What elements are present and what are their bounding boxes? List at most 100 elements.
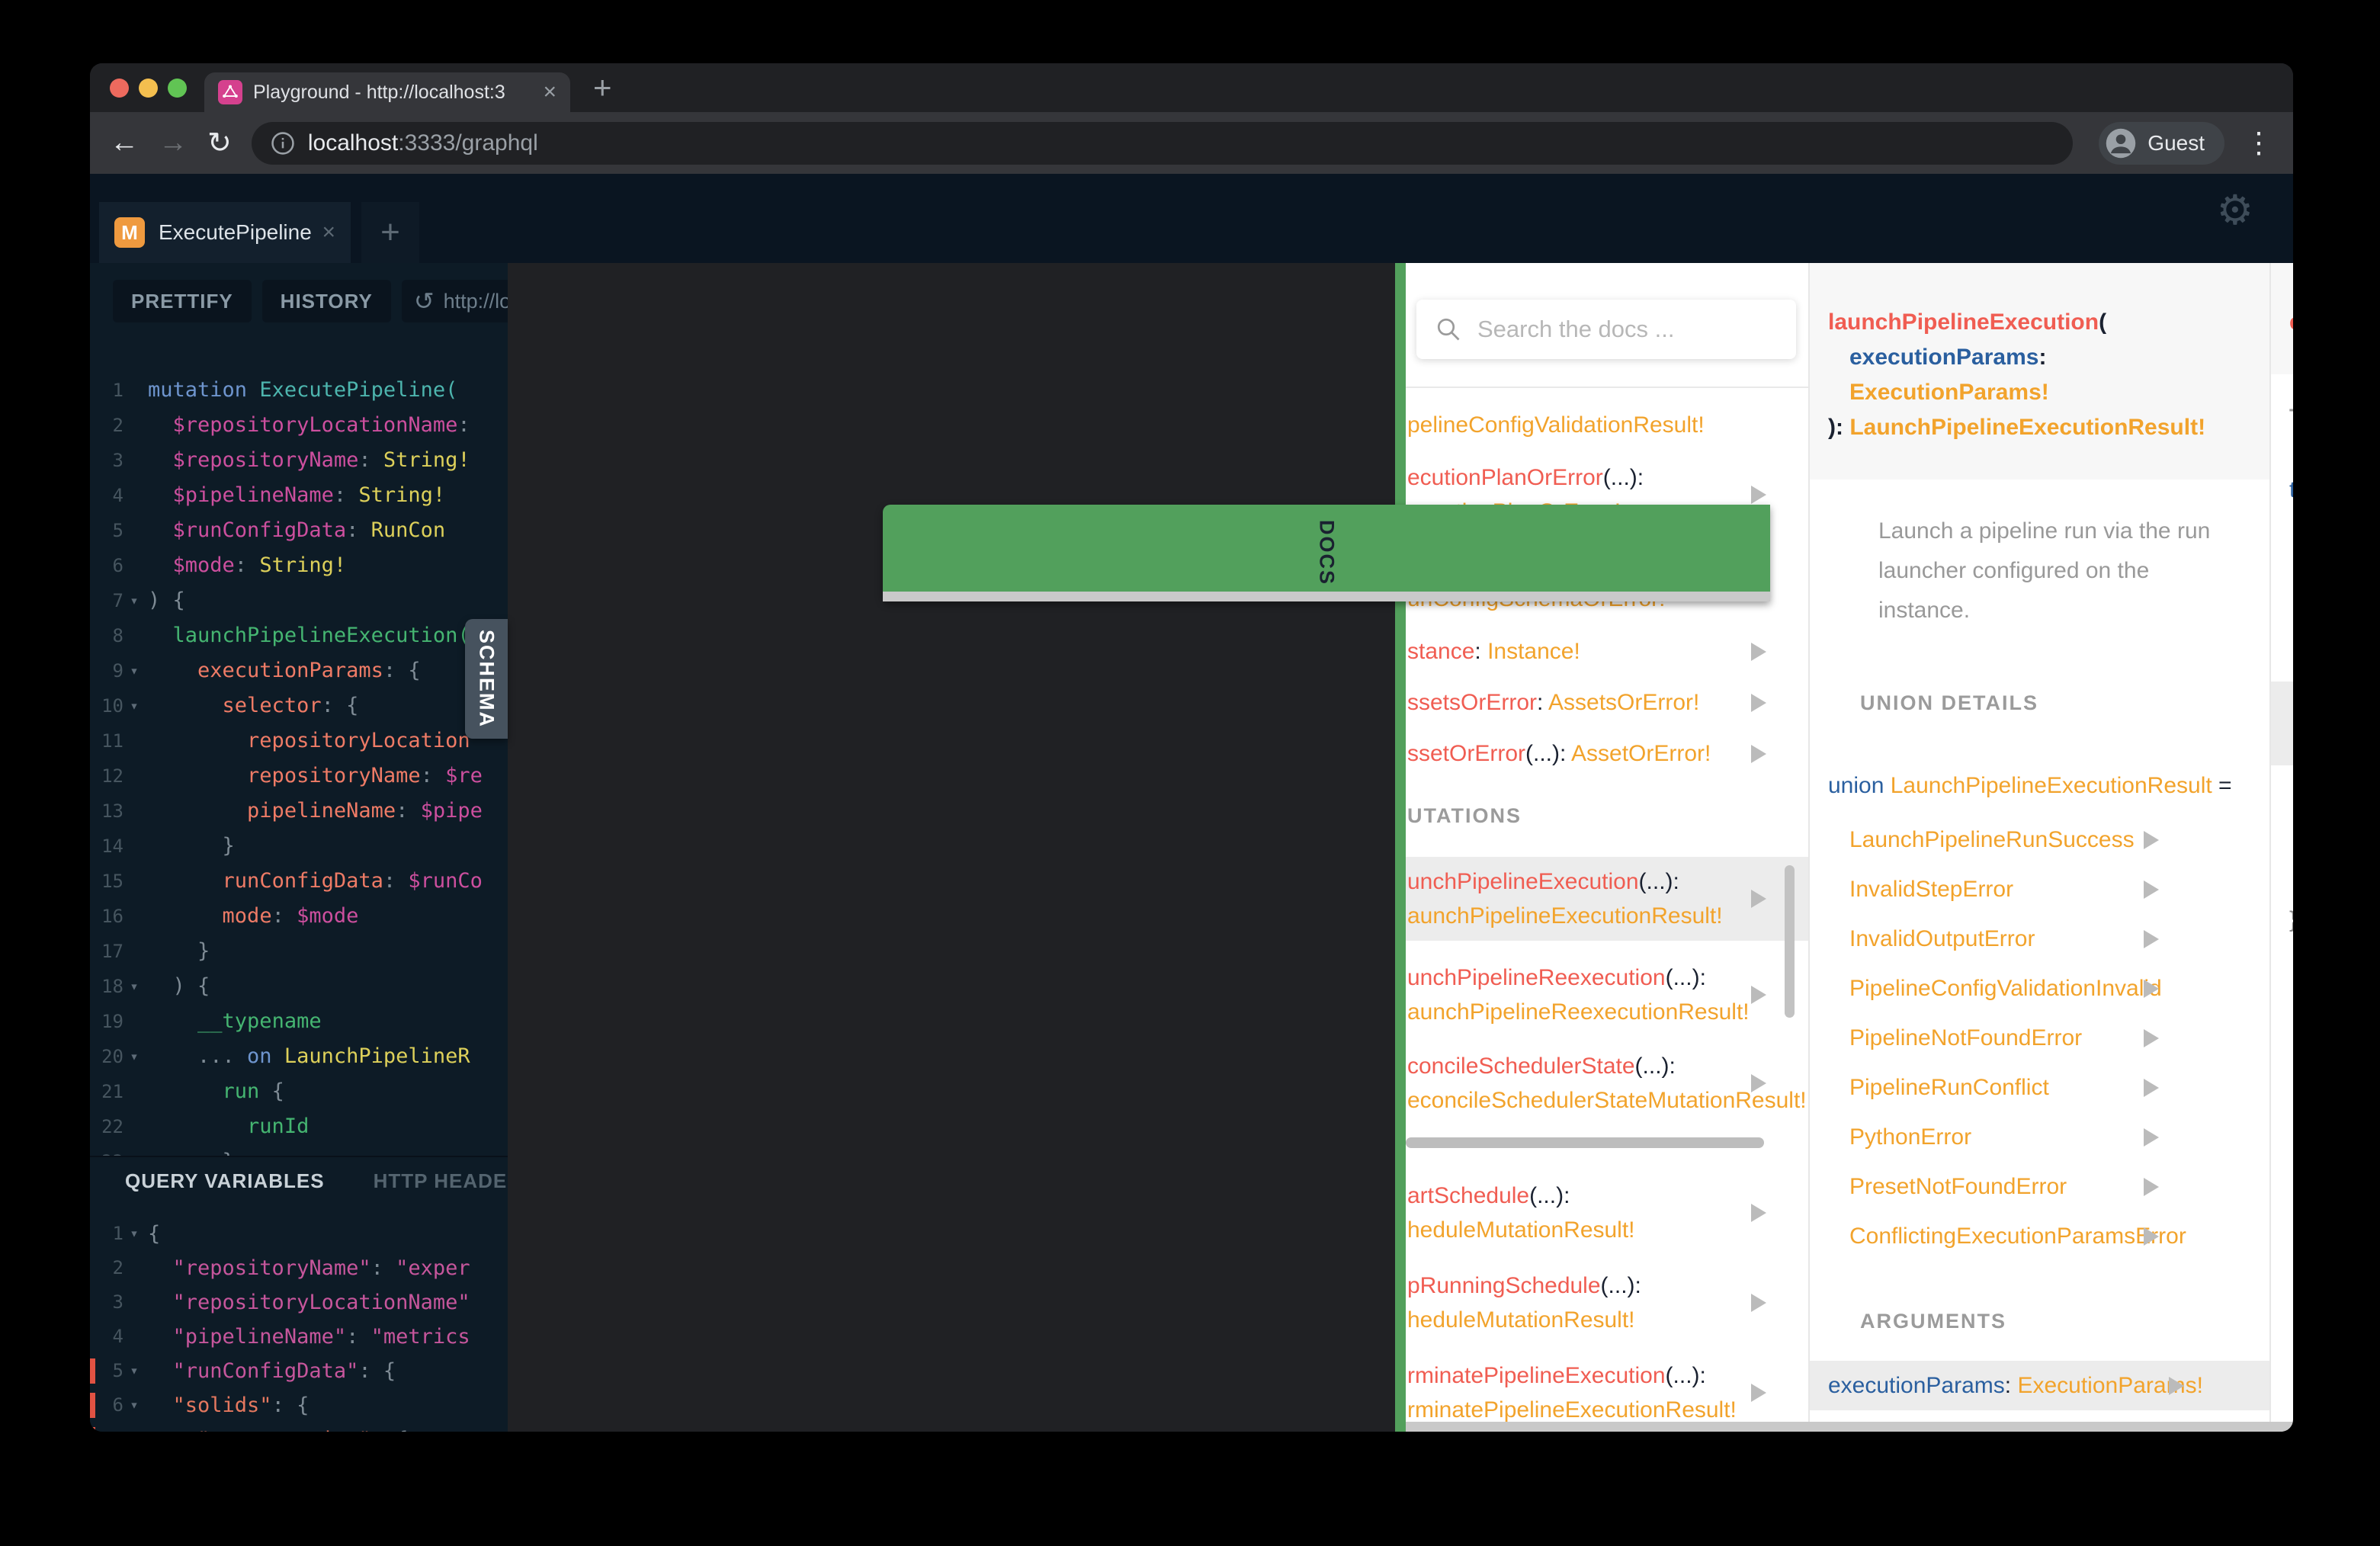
expand-arrow-icon[interactable]	[2144, 929, 2159, 948]
endpoint-url-input[interactable]: ↺ http://loc	[401, 280, 508, 322]
expand-arrow-icon[interactable]	[2144, 1078, 2159, 1097]
expand-arrow-icon[interactable]	[1751, 693, 1766, 712]
docs-item[interactable]: rminatePipelineExecution(...): rminatePip…	[1406, 1358, 1808, 1427]
docs-item[interactable]: PipelineRunConflict	[1810, 1070, 2269, 1105]
fold-arrow-icon[interactable]: ▾	[123, 1388, 145, 1423]
expand-arrow-icon[interactable]	[2169, 1376, 2184, 1395]
expand-arrow-icon[interactable]	[1751, 486, 1766, 504]
endpoint-reload-icon[interactable]: ↺	[414, 287, 435, 316]
code-text: "repositoryLocationName"	[172, 1291, 470, 1314]
expand-arrow-icon[interactable]	[2144, 979, 2159, 998]
docs-explorer: Search the docs ... pelineConfigValidati…	[1406, 263, 2293, 1432]
zoom-window-button[interactable]	[168, 79, 187, 98]
expand-arrow-icon[interactable]	[1751, 1074, 1766, 1092]
history-button[interactable]: HISTORY	[261, 280, 391, 322]
docs-panel-edge[interactable]	[1395, 263, 1406, 1432]
fold-arrow-icon	[123, 373, 145, 408]
docs-item[interactable]: PythonError	[1810, 1120, 2269, 1154]
browser-menu-icon[interactable]: ⋮	[2244, 126, 2273, 160]
fold-arrow-icon[interactable]: ▾	[123, 969, 145, 1004]
query-editor-pane[interactable]: PRETTIFY HISTORY ↺ http://loc 1 mutation …	[90, 263, 508, 1432]
expand-arrow-icon[interactable]	[2144, 830, 2159, 849]
docs-item[interactable]: executionParams: ExecutionParams!	[1810, 1361, 2269, 1410]
docs-item[interactable]: preset: String	[2271, 836, 2293, 871]
docs-search-input[interactable]: Search the docs ...	[1416, 300, 1796, 359]
docs-item[interactable]: stepKeys: [String!]	[2271, 784, 2293, 818]
docs-item[interactable]: pRunningSchedule(...): heduleMutationResu…	[1406, 1269, 1808, 1337]
docs-item[interactable]: unchPipelineExecution(...): aunchPipeline…	[1406, 857, 1808, 941]
expand-arrow-icon[interactable]	[1751, 1294, 1766, 1312]
expand-arrow-icon[interactable]	[2144, 880, 2159, 899]
code-line: 10 ▾ selector: {	[90, 688, 508, 723]
browser-tab[interactable]: Playground - http://localhost:3 ×	[204, 72, 570, 112]
fold-arrow-icon[interactable]: ▾	[123, 653, 145, 688]
query-code-editor[interactable]: 1 mutation ExecutePipeline(2 $repositoryL…	[90, 373, 508, 1179]
expand-arrow-icon[interactable]	[2144, 1127, 2159, 1147]
expand-arrow-icon[interactable]	[2144, 1028, 2159, 1047]
settings-gear-icon[interactable]: ⚙	[2217, 186, 2253, 234]
reload-icon[interactable]: ↻	[207, 126, 232, 160]
playground-new-tab-button[interactable]: +	[361, 202, 419, 263]
docs-item[interactable]: PipelineConfigValidationInvalid	[1810, 971, 2269, 1006]
docs-item[interactable]: LaunchPipelineRunSuccess	[1810, 823, 2269, 857]
fold-arrow-icon[interactable]: ▾	[123, 1217, 145, 1251]
minimize-window-button[interactable]	[139, 79, 158, 98]
tab-close-icon[interactable]: ×	[543, 79, 557, 105]
docs-item[interactable]: PipelineNotFoundError	[1810, 1021, 2269, 1055]
address-bar[interactable]: localhost:3333/graphql	[251, 121, 2074, 165]
expand-arrow-icon[interactable]	[2144, 1177, 2159, 1196]
expand-arrow-icon[interactable]	[1751, 890, 1766, 908]
fold-arrow-icon[interactable]: ▾	[123, 583, 145, 618]
tab-http-headers[interactable]: HTTP HEADERS	[374, 1169, 508, 1209]
close-window-button[interactable]	[110, 79, 129, 98]
docs-item[interactable]: ssetOrError(...): AssetOrError!	[1406, 736, 1808, 771]
expand-arrow-icon[interactable]	[1751, 986, 1766, 1004]
back-icon[interactable]: ←	[110, 127, 139, 159]
expand-arrow-icon[interactable]	[1751, 1204, 1766, 1222]
fold-arrow-icon	[123, 759, 145, 794]
docs-item[interactable]: pelineConfigValidationResult!	[1406, 408, 1808, 442]
variables-code-editor[interactable]: 1 ▾{2 "repositoryName": "exper 3 "reposito…	[90, 1217, 508, 1432]
fold-arrow-icon	[123, 513, 145, 548]
line-number: 20	[101, 1046, 123, 1067]
tab-query-variables[interactable]: QUERY VARIABLES	[125, 1169, 325, 1209]
prettify-button[interactable]: PRETTIFY	[113, 280, 252, 322]
playground-tab[interactable]: M ExecutePipeline ×	[99, 202, 351, 263]
docs-side-tab[interactable]: DOCS	[883, 505, 1770, 601]
docs-item[interactable]: PresetNotFoundError	[1810, 1169, 2269, 1204]
code-text: $runConfigData: RunCon	[172, 518, 446, 542]
fold-arrow-icon[interactable]: ▾	[123, 1423, 145, 1432]
docs-item[interactable]: ssetsOrError: AssetsOrError!	[1406, 685, 1808, 720]
line-number: 18	[101, 976, 123, 997]
horizontal-scrollbar[interactable]	[1406, 1137, 1764, 1148]
expand-arrow-icon[interactable]	[1751, 642, 1766, 661]
docs-item[interactable]: InvalidOutputError	[1810, 922, 2269, 956]
expand-arrow-icon[interactable]	[2144, 1227, 2159, 1246]
code-line: 16 mode: $mode	[90, 899, 508, 934]
docs-item[interactable]: concileSchedulerState(...): econcileSched…	[1406, 1049, 1808, 1118]
docs-item[interactable]: mode: String	[2271, 633, 2293, 668]
docs-item-line: pelineConfigValidationResult!	[1407, 412, 1705, 438]
docs-item[interactable]: runConfigData: RunConfigData	[2271, 582, 2293, 617]
site-info-icon[interactable]	[270, 130, 296, 156]
new-tab-button[interactable]: +	[593, 69, 612, 106]
profile-button[interactable]: Guest	[2099, 121, 2224, 165]
fold-arrow-icon[interactable]: ▾	[123, 688, 145, 723]
docs-item[interactable]: stance: Instance!	[1406, 634, 1808, 669]
expand-arrow-icon[interactable]	[1751, 744, 1766, 763]
code-text: $pipelineName: String!	[172, 483, 446, 507]
schema-side-tab[interactable]: SCHEMA	[465, 619, 508, 739]
docs-item[interactable]: ConflictingExecutionParamsError	[1810, 1219, 2269, 1253]
fold-arrow-icon[interactable]: ▾	[123, 1039, 145, 1074]
fold-arrow-icon[interactable]: ▾	[123, 1354, 145, 1388]
playground-tab-close-icon[interactable]: ×	[322, 220, 335, 245]
vertical-scrollbar[interactable]	[1785, 865, 1795, 1018]
docs-item[interactable]: artSchedule(...): heduleMutationResult!	[1406, 1179, 1808, 1247]
expand-arrow-icon[interactable]	[1751, 1384, 1766, 1402]
traffic-lights	[110, 79, 187, 98]
docs-item[interactable]: InvalidStepError	[1810, 872, 2269, 906]
docs-item[interactable]: unchPipelineReexecution(...): aunchPipeli…	[1406, 961, 1808, 1029]
section-header: ARGUMENTS	[1860, 1310, 2006, 1333]
docs-item[interactable]: executionMetadata:ExecutionMetadata	[2271, 682, 2293, 765]
docs-item[interactable]: selector: PipelineSelector!	[2271, 531, 2293, 566]
